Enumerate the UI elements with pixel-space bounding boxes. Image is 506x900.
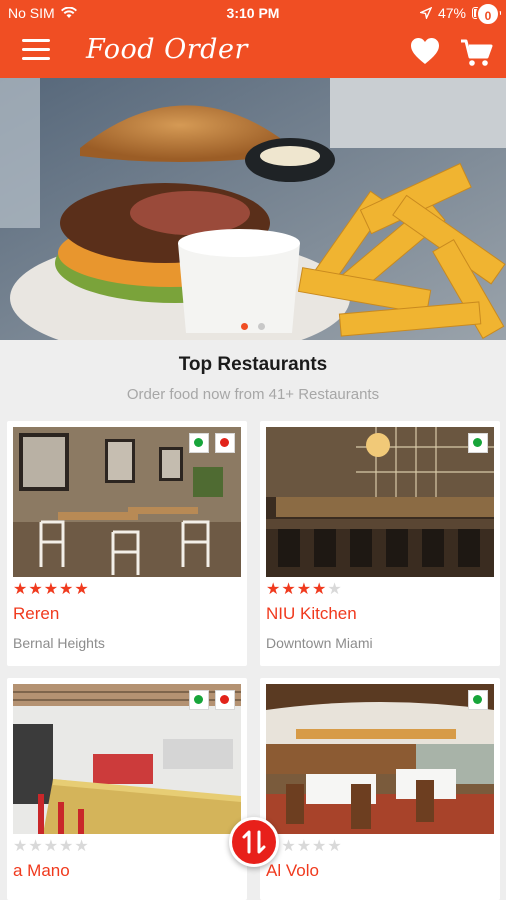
carousel-dot[interactable] [258, 323, 265, 330]
non-veg-icon [215, 690, 235, 710]
restaurant-name: Al Volo [266, 861, 319, 880]
diet-indicators [189, 433, 235, 453]
restaurant-card[interactable]: ★★★★★ Reren Bernal Heights [7, 421, 247, 666]
restaurant-photo [266, 427, 494, 577]
section-subtitle: Order food now from 41+ Restaurants [126, 386, 380, 403]
star-icon: ★★★★ [266, 581, 328, 598]
location-arrow-icon [419, 7, 432, 19]
restaurant-location: Bernal Heights [13, 635, 105, 651]
star-rating: ★★★★★ [266, 581, 343, 598]
restaurant-photo [13, 684, 241, 834]
diet-indicators [468, 690, 488, 710]
star-icon: ★★★★★ [13, 581, 90, 598]
star-rating: ★★★★★ [13, 836, 90, 856]
menu-icon [22, 39, 50, 60]
app-title: Food Order [86, 34, 248, 65]
menu-button[interactable] [22, 39, 50, 63]
veg-icon [468, 433, 488, 453]
restaurant-card[interactable]: ★★★★★ Al Volo [260, 678, 500, 900]
restaurant-name: NIU Kitchen [266, 604, 357, 623]
diet-indicators [189, 690, 235, 710]
battery-percent: 47% [437, 5, 466, 21]
veg-icon [189, 690, 209, 710]
restaurant-photo [13, 427, 241, 577]
heart-icon [411, 38, 439, 64]
restaurant-name: a Mano [13, 861, 70, 880]
carousel-dot[interactable] [241, 323, 248, 330]
hero-food-image [0, 78, 506, 340]
cart-count-badge: 0 [476, 2, 500, 26]
favorites-button[interactable] [410, 37, 440, 65]
section-title: Top Restaurants [178, 354, 328, 375]
cart-icon [461, 39, 493, 66]
status-bar: No SIM 3:10 PM 47% [0, 0, 506, 26]
restaurant-name: Reren [13, 604, 60, 623]
star-rating: ★★★★★ [13, 579, 90, 599]
diet-indicators [468, 433, 488, 453]
veg-icon [468, 690, 488, 710]
star-icon: ★★★★★ [13, 838, 90, 855]
restaurant-card[interactable]: ★★★★★ NIU Kitchen Downtown Miami [260, 421, 500, 666]
restaurant-location: Downtown Miami [266, 635, 373, 651]
sort-button[interactable] [229, 817, 279, 867]
cart-button[interactable] [460, 38, 494, 68]
non-veg-icon [215, 433, 235, 453]
restaurant-card[interactable]: ★★★★★ a Mano [7, 678, 247, 900]
veg-icon [189, 433, 209, 453]
sort-icon [242, 830, 266, 854]
hero-carousel[interactable] [0, 78, 506, 340]
carousel-indicator [0, 323, 506, 330]
restaurant-photo [266, 684, 494, 834]
app-header: Food Order [0, 26, 506, 78]
